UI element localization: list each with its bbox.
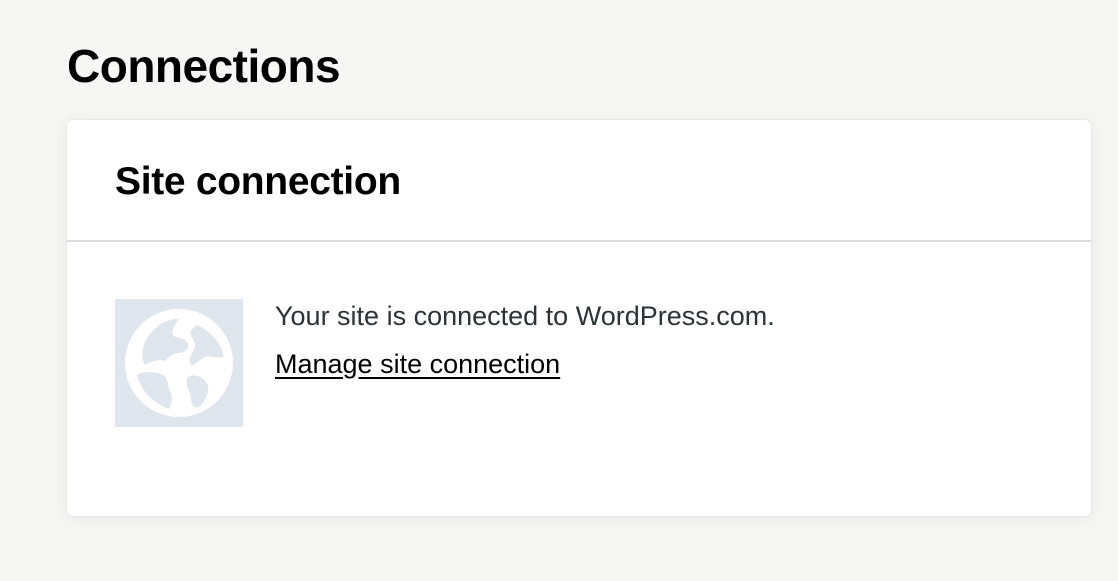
manage-site-connection-link[interactable]: Manage site connection — [275, 346, 560, 382]
card-header: Site connection — [67, 120, 1091, 242]
site-connection-card: Site connection Your site is connected t… — [67, 120, 1091, 516]
card-title: Site connection — [115, 160, 401, 203]
site-icon-tile — [115, 299, 243, 427]
page-title: Connections — [67, 40, 341, 92]
card-body: Your site is connected to WordPress.com.… — [67, 242, 1091, 514]
globe-icon — [125, 309, 233, 417]
connection-status-text: Your site is connected to WordPress.com. — [275, 301, 775, 331]
